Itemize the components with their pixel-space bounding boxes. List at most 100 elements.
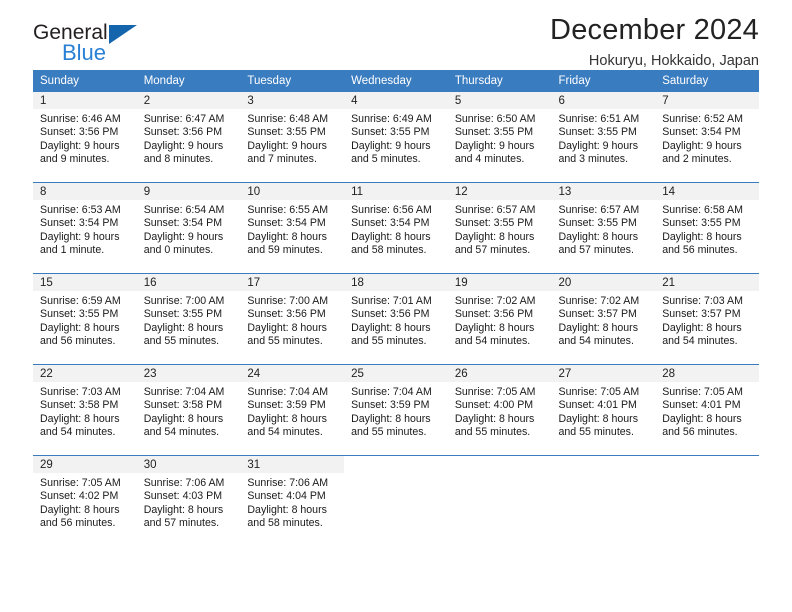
- sunrise-text: Sunrise: 6:57 AM: [454, 204, 536, 216]
- calendar-week-row: 22 Sunrise: 7:03 AM Sunset: 3:58 PM Dayligh…: [33, 364, 759, 456]
- calendar-day[interactable]: 8 Sunrise: 6:53 AM Sunset: 3:54 PM Daylight…: [33, 183, 137, 273]
- calendar-cell: 11 Sunrise: 6:56 AM Sunset: 3:54 PM Dayligh…: [344, 182, 448, 274]
- day-details: Sunrise: 6:46 AM Sunset: 3:56 PM Daylight:…: [33, 109, 137, 167]
- calendar-day-empty: [655, 456, 759, 546]
- calendar-day[interactable]: 10 Sunrise: 6:55 AM Sunset: 3:54 PM Dayligh…: [240, 183, 345, 273]
- sunset-text: Sunset: 3:55 PM: [351, 126, 430, 139]
- calendar-day[interactable]: 13 Sunrise: 6:57 AM Sunset: 3:55 PM Dayligh…: [551, 183, 656, 273]
- calendar-day[interactable]: 7 Sunrise: 6:52 AM Sunset: 3:54 PM Daylight…: [655, 92, 759, 182]
- calendar-day[interactable]: 3 Sunrise: 6:48 AM Sunset: 3:55 PM Daylight…: [240, 92, 345, 182]
- day-number: 17: [240, 274, 345, 291]
- sunrise-text: Sunrise: 6:53 AM: [40, 204, 121, 216]
- calendar-table: Sunday Monday Tuesday Wednesday Thursday…: [33, 70, 759, 546]
- day-number: 5: [447, 92, 552, 109]
- day-number: 12: [447, 183, 552, 200]
- calendar-cell: 22 Sunrise: 7:03 AM Sunset: 3:58 PM Dayligh…: [33, 364, 137, 456]
- daylight-text-line1: Daylight: 8 hours: [143, 503, 224, 516]
- daylight-text-line2: and 54 minutes.: [558, 335, 634, 348]
- calendar-day[interactable]: 16 Sunrise: 7:00 AM Sunset: 3:55 PM Dayligh…: [136, 274, 241, 364]
- daylight-text-line1: Daylight: 8 hours: [247, 503, 327, 516]
- daylight-text-line1: Daylight: 8 hours: [351, 412, 431, 425]
- calendar-cell: 17 Sunrise: 7:00 AM Sunset: 3:56 PM Dayligh…: [240, 273, 345, 365]
- sunset-text: Sunset: 4:01 PM: [662, 399, 741, 412]
- sunrise-text: Sunrise: 6:54 AM: [143, 204, 225, 216]
- calendar-day[interactable]: 24 Sunrise: 7:04 AM Sunset: 3:59 PM Dayligh…: [240, 365, 345, 455]
- sunset-text: Sunset: 3:54 PM: [143, 217, 223, 230]
- day-number: 29: [33, 456, 137, 473]
- sunrise-text: Sunrise: 7:04 AM: [351, 386, 432, 398]
- day-number: 11: [344, 183, 448, 200]
- day-number: 27: [551, 365, 656, 382]
- calendar-day[interactable]: 20 Sunrise: 7:02 AM Sunset: 3:57 PM Dayligh…: [551, 274, 656, 364]
- day-details: [344, 473, 448, 477]
- day-details: Sunrise: 7:04 AM Sunset: 3:59 PM Daylight:…: [240, 382, 344, 440]
- sunrise-text: Sunrise: 6:46 AM: [40, 113, 121, 125]
- calendar-day[interactable]: 17 Sunrise: 7:00 AM Sunset: 3:56 PM Dayligh…: [240, 274, 345, 364]
- day-number: 25: [344, 365, 448, 382]
- weekday-header-wednesday: Wednesday: [344, 70, 448, 92]
- day-number: [344, 456, 448, 473]
- daylight-text-line2: and 4 minutes.: [454, 153, 525, 166]
- calendar-day[interactable]: 1 Sunrise: 6:46 AM Sunset: 3:56 PM Daylight…: [33, 92, 137, 182]
- daylight-text-line1: Daylight: 8 hours: [247, 230, 327, 243]
- day-number: 8: [33, 183, 137, 200]
- daylight-text-line1: Daylight: 9 hours: [662, 139, 742, 152]
- calendar-day[interactable]: 29 Sunrise: 7:05 AM Sunset: 4:02 PM Dayligh…: [33, 456, 137, 546]
- sunrise-text: Sunrise: 7:05 AM: [558, 386, 640, 398]
- calendar-cell: 27 Sunrise: 7:05 AM Sunset: 4:01 PM Dayligh…: [551, 364, 656, 456]
- day-details: Sunrise: 7:05 AM Sunset: 4:01 PM Daylight:…: [655, 382, 759, 440]
- daylight-text-line1: Daylight: 8 hours: [40, 321, 120, 334]
- calendar-day[interactable]: 22 Sunrise: 7:03 AM Sunset: 3:58 PM Dayligh…: [33, 365, 137, 455]
- calendar-day[interactable]: 28 Sunrise: 7:05 AM Sunset: 4:01 PM Dayligh…: [655, 365, 759, 455]
- sunrise-text: Sunrise: 7:02 AM: [454, 295, 536, 307]
- sunrise-text: Sunrise: 6:52 AM: [662, 113, 743, 125]
- calendar-day[interactable]: 21 Sunrise: 7:03 AM Sunset: 3:57 PM Dayligh…: [655, 274, 759, 364]
- calendar-day[interactable]: 25 Sunrise: 7:04 AM Sunset: 3:59 PM Dayligh…: [344, 365, 448, 455]
- day-number: 18: [344, 274, 448, 291]
- sunset-text: Sunset: 4:01 PM: [558, 399, 637, 412]
- calendar-cell: 30 Sunrise: 7:06 AM Sunset: 4:03 PM Dayligh…: [136, 455, 241, 546]
- sunrise-text: Sunrise: 6:58 AM: [662, 204, 743, 216]
- day-details: Sunrise: 7:00 AM Sunset: 3:56 PM Daylight:…: [240, 291, 344, 349]
- calendar-day[interactable]: 14 Sunrise: 6:58 AM Sunset: 3:55 PM Dayligh…: [655, 183, 759, 273]
- daylight-text-line2: and 55 minutes.: [351, 335, 427, 348]
- calendar-day[interactable]: 5 Sunrise: 6:50 AM Sunset: 3:55 PM Daylight…: [447, 92, 552, 182]
- calendar-day[interactable]: 19 Sunrise: 7:02 AM Sunset: 3:56 PM Dayligh…: [447, 274, 552, 364]
- daylight-text-line2: and 58 minutes.: [351, 244, 427, 257]
- calendar-cell: 19 Sunrise: 7:02 AM Sunset: 3:56 PM Dayligh…: [447, 273, 552, 365]
- day-details: Sunrise: 7:02 AM Sunset: 3:57 PM Daylight:…: [552, 291, 656, 349]
- daylight-text-line1: Daylight: 8 hours: [662, 412, 742, 425]
- day-details: Sunrise: 6:47 AM Sunset: 3:56 PM Daylight:…: [137, 109, 241, 167]
- calendar-day[interactable]: 4 Sunrise: 6:49 AM Sunset: 3:55 PM Daylight…: [344, 92, 448, 182]
- calendar-day[interactable]: 15 Sunrise: 6:59 AM Sunset: 3:55 PM Dayligh…: [33, 274, 137, 364]
- title-block: December 2024 Hokuryu, Hokkaido, Japan: [550, 14, 759, 70]
- daylight-text-line1: Daylight: 9 hours: [40, 230, 120, 243]
- page-subtitle: Hokuryu, Hokkaido, Japan: [588, 53, 759, 70]
- day-details: Sunrise: 7:03 AM Sunset: 3:58 PM Daylight:…: [33, 382, 137, 440]
- calendar-day[interactable]: 27 Sunrise: 7:05 AM Sunset: 4:01 PM Dayligh…: [551, 365, 656, 455]
- calendar-day[interactable]: 30 Sunrise: 7:06 AM Sunset: 4:03 PM Dayligh…: [136, 456, 241, 546]
- daylight-text-line2: and 1 minute.: [40, 244, 105, 257]
- calendar-day[interactable]: 23 Sunrise: 7:04 AM Sunset: 3:58 PM Dayligh…: [136, 365, 241, 455]
- sunset-text: Sunset: 3:55 PM: [454, 217, 534, 230]
- day-number: 24: [240, 365, 345, 382]
- calendar-day[interactable]: 2 Sunrise: 6:47 AM Sunset: 3:56 PM Daylight…: [136, 92, 241, 182]
- calendar-cell: [344, 455, 448, 546]
- sunset-text: Sunset: 3:57 PM: [558, 308, 637, 321]
- calendar-day[interactable]: 18 Sunrise: 7:01 AM Sunset: 3:56 PM Dayligh…: [344, 274, 448, 364]
- calendar-day[interactable]: 26 Sunrise: 7:05 AM Sunset: 4:00 PM Dayligh…: [447, 365, 552, 455]
- calendar-cell: 28 Sunrise: 7:05 AM Sunset: 4:01 PM Dayligh…: [655, 364, 759, 456]
- daylight-text-line2: and 56 minutes.: [40, 517, 116, 530]
- day-details: [552, 473, 656, 477]
- sunrise-text: Sunrise: 6:50 AM: [454, 113, 536, 125]
- calendar-cell: 1 Sunrise: 6:46 AM Sunset: 3:56 PM Daylight…: [33, 92, 137, 183]
- day-details: Sunrise: 7:01 AM Sunset: 3:56 PM Daylight:…: [344, 291, 448, 349]
- calendar-day[interactable]: 12 Sunrise: 6:57 AM Sunset: 3:55 PM Dayligh…: [447, 183, 552, 273]
- day-number: 2: [136, 92, 241, 109]
- daylight-text-line2: and 59 minutes.: [247, 244, 323, 257]
- calendar-day[interactable]: 11 Sunrise: 6:56 AM Sunset: 3:54 PM Dayligh…: [344, 183, 448, 273]
- calendar-day[interactable]: 6 Sunrise: 6:51 AM Sunset: 3:55 PM Daylight…: [551, 92, 656, 182]
- calendar-day[interactable]: 9 Sunrise: 6:54 AM Sunset: 3:54 PM Daylight…: [136, 183, 241, 273]
- calendar-day[interactable]: 31 Sunrise: 7:06 AM Sunset: 4:04 PM Dayligh…: [240, 456, 345, 546]
- general-blue-logo[interactable]: General Blue: [33, 22, 213, 74]
